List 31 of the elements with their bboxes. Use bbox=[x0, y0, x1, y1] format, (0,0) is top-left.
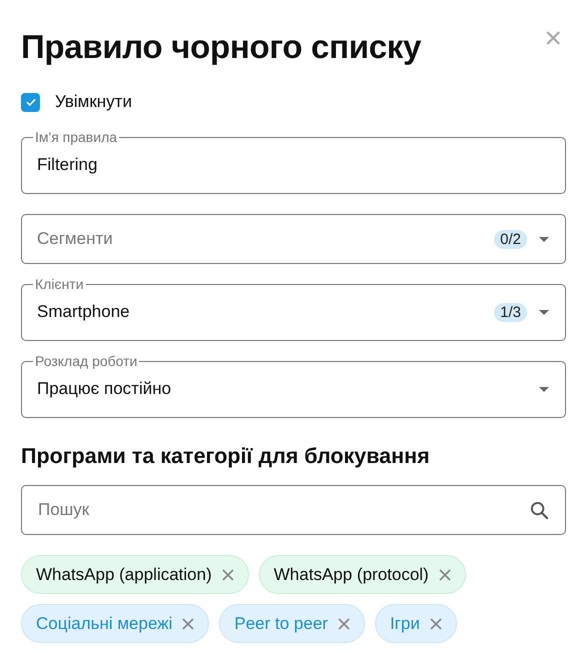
section-title: Програми та категорії для блокування bbox=[21, 444, 431, 469]
count-badge: 1/3 bbox=[494, 302, 527, 322]
field-label: Ім'я правила bbox=[34, 129, 118, 145]
tag-chip[interactable]: WhatsApp (protocol) bbox=[258, 555, 466, 594]
check-icon bbox=[24, 96, 36, 108]
caret-icon[interactable] bbox=[539, 236, 549, 242]
remove-icon[interactable] bbox=[182, 618, 194, 630]
caret-icon[interactable] bbox=[539, 386, 549, 392]
field-value: Smartphone bbox=[37, 302, 130, 322]
tag-chip[interactable]: WhatsApp (application) bbox=[21, 555, 249, 594]
field-label: Розклад роботи bbox=[34, 353, 138, 369]
field-value: Працює постійно bbox=[37, 379, 172, 399]
field-placeholder: Сегменти bbox=[37, 229, 113, 249]
caret-icon[interactable] bbox=[539, 310, 549, 314]
select-field[interactable]: Розклад роботи Працює постійно bbox=[21, 353, 566, 418]
remove-icon[interactable] bbox=[430, 618, 442, 630]
field-value: Filtering bbox=[37, 155, 98, 175]
remove-icon[interactable] bbox=[438, 568, 451, 580]
search-icon[interactable] bbox=[530, 500, 549, 520]
dialog-title: Правило чорного списку bbox=[21, 28, 422, 66]
checkbox[interactable] bbox=[21, 92, 40, 112]
field-placeholder: Пошук bbox=[38, 500, 90, 520]
checkbox-label: Увімкнути bbox=[55, 92, 132, 112]
count-badge: 0/2 bbox=[494, 230, 527, 248]
remove-icon[interactable] bbox=[338, 618, 350, 630]
select-field[interactable]: Клієнти Smartphone 1/3 bbox=[21, 276, 566, 341]
field-label: Клієнти bbox=[34, 276, 85, 292]
input-field[interactable]: Ім'я правила Filtering bbox=[21, 129, 566, 194]
remove-icon[interactable] bbox=[222, 568, 234, 580]
select-field[interactable]: Сегменти 0/2 bbox=[21, 214, 566, 264]
search-field[interactable]: Пошук bbox=[21, 485, 566, 535]
